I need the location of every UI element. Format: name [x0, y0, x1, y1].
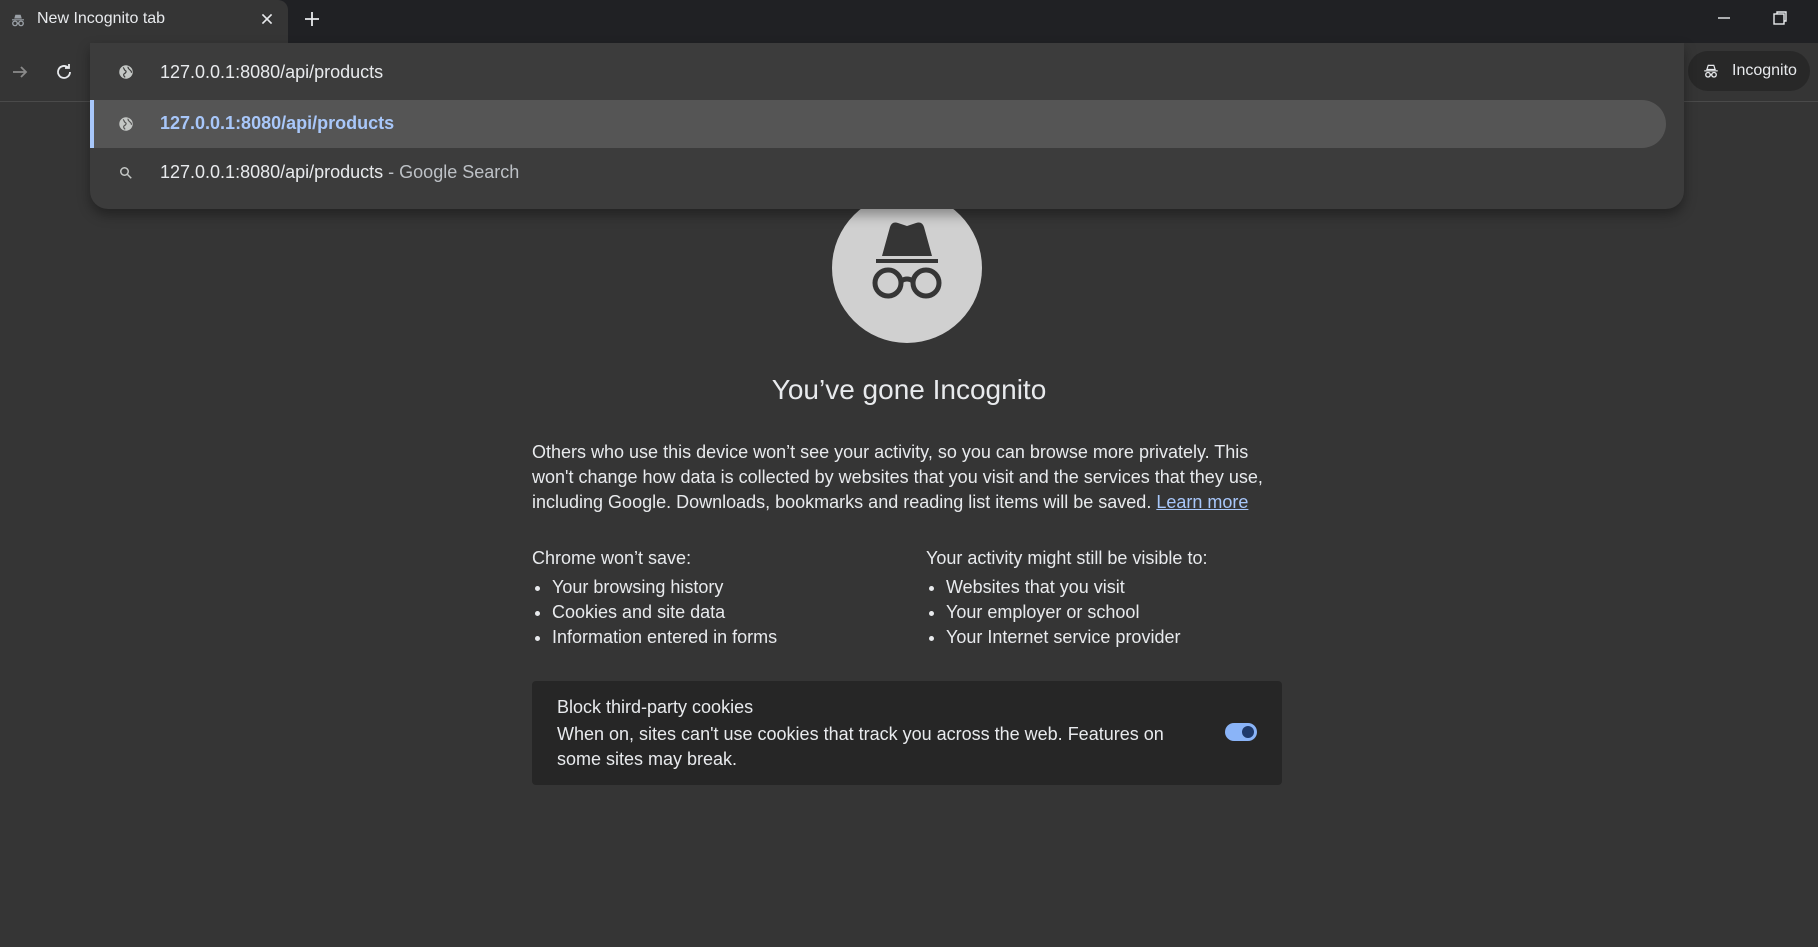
wont-save-section: Chrome won’t save: Your browsing history… [532, 546, 922, 650]
tab-new-incognito[interactable]: New Incognito tab [0, 0, 288, 43]
wont-save-list: Your browsing history Cookies and site d… [532, 575, 922, 650]
visible-to-heading: Your activity might still be visible to: [926, 548, 1208, 568]
wont-save-heading: Chrome won’t save: [532, 548, 692, 568]
address-bar-input[interactable] [160, 60, 1560, 84]
intro-text: Others who use this device won’t see you… [532, 442, 1263, 512]
selection-accent [90, 100, 94, 148]
page-title: You’ve gone Incognito [771, 374, 1047, 405]
close-icon[interactable] [256, 8, 278, 30]
cookie-card-title: Block third-party cookies [557, 697, 754, 717]
omnibox-suggestion-search[interactable]: 127.0.0.1:8080/api/products - Google Sea… [90, 149, 1666, 197]
globe-icon [119, 117, 133, 131]
globe-icon [119, 65, 133, 79]
omnibox-input-row [90, 43, 1684, 101]
list-item: Your Internet service provider [946, 625, 1316, 650]
list-item: Your employer or school [946, 600, 1316, 625]
suggestion-suffix: - Google Search [383, 162, 520, 182]
intro-paragraph: Others who use this device won’t see you… [532, 440, 1292, 515]
incognito-icon [12, 14, 24, 27]
new-tab-plus-icon[interactable] [300, 7, 324, 31]
list-item: Cookies and site data [552, 600, 922, 625]
minimize-icon[interactable] [1712, 6, 1736, 30]
omnibox-suggestion-url[interactable]: 127.0.0.1:8080/api/products [90, 100, 1666, 148]
omnibox-dropdown: 127.0.0.1:8080/api/products 127.0.0.1:80… [90, 43, 1684, 209]
incognito-logo-icon [872, 222, 942, 299]
list-item: Your browsing history [552, 575, 922, 600]
suggestion-text: 127.0.0.1:8080/api/products - Google Sea… [160, 162, 519, 183]
incognito-icon [1704, 64, 1718, 78]
incognito-hero-icon [832, 193, 982, 343]
cookie-card-description: When on, sites can't use cookies that tr… [557, 724, 1164, 769]
toggle-knob [1242, 726, 1254, 738]
cookie-controls-card: Block third-party cookies When on, sites… [532, 681, 1282, 785]
list-item: Information entered in forms [552, 625, 922, 650]
reload-icon[interactable] [52, 60, 76, 84]
suggestion-text: 127.0.0.1:8080/api/products [160, 113, 395, 133]
list-item: Websites that you visit [946, 575, 1316, 600]
learn-more-link[interactable]: Learn more [1156, 492, 1248, 512]
restore-icon[interactable] [1768, 6, 1792, 30]
forward-arrow-icon[interactable] [8, 60, 32, 84]
visible-to-section: Your activity might still be visible to:… [926, 546, 1316, 650]
incognito-label: Incognito [1732, 62, 1797, 79]
visible-to-list: Websites that you visit Your employer or… [926, 575, 1316, 650]
incognito-indicator-button[interactable]: Incognito [1688, 51, 1810, 91]
tab-strip: New Incognito tab [0, 0, 1818, 43]
search-icon [120, 167, 132, 179]
suggestion-query: 127.0.0.1:8080/api/products [160, 162, 384, 182]
block-cookies-toggle[interactable] [1225, 723, 1257, 741]
tab-title: New Incognito tab [37, 10, 166, 27]
